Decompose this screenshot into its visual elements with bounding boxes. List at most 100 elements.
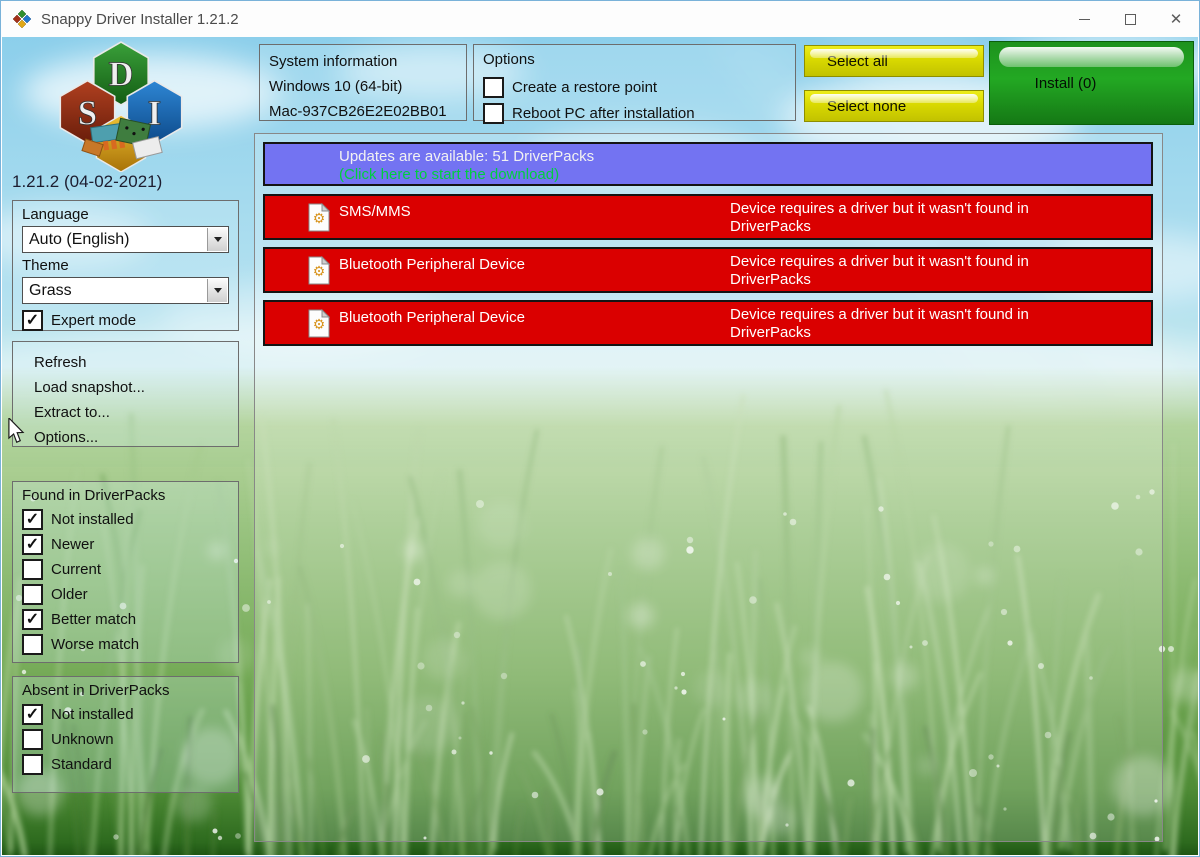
filter-better-match-checkbox[interactable]: ✓ Better match	[22, 607, 229, 632]
checkbox-icon	[22, 729, 43, 750]
install-button[interactable]: Install (0)	[989, 41, 1194, 125]
driver-name: Bluetooth Peripheral Device	[339, 256, 525, 273]
download-link[interactable]: (Click here to start the download)	[339, 166, 559, 183]
language-select[interactable]: Auto (English)	[22, 226, 229, 253]
install-label: Install (0)	[1034, 74, 1097, 92]
absent-in-driverpacks-panel: Absent in DriverPacks ✓ Not installed Un…	[12, 676, 239, 793]
expert-mode-checkbox[interactable]: ✓ Expert mode	[22, 308, 229, 333]
absent-panel-title: Absent in DriverPacks	[22, 682, 170, 699]
app-version: 1.21.2 (04-02-2021)	[12, 172, 163, 191]
checkbox-icon	[483, 76, 504, 98]
options-title: Options	[483, 51, 535, 68]
checkbox-icon: ✓	[22, 509, 43, 530]
filter-label: Standard	[51, 756, 112, 773]
absent-not-installed-checkbox[interactable]: ✓ Not installed	[22, 702, 229, 727]
menu-item-refresh[interactable]: Refresh	[22, 350, 229, 375]
minimize-button[interactable]	[1061, 1, 1107, 37]
button-gloss	[810, 94, 978, 103]
filter-label: Not installed	[51, 511, 134, 528]
menu-item-options[interactable]: Options...	[22, 425, 229, 450]
menu-item-load-snapshot[interactable]: Load snapshot...	[22, 375, 229, 400]
checkbox-icon: ✓	[22, 534, 43, 555]
theme-value: Grass	[29, 281, 72, 299]
select-all-button[interactable]: Select all	[804, 45, 984, 77]
filter-newer-checkbox[interactable]: ✓ Newer	[22, 532, 229, 557]
updates-available-text: Updates are available: 51 DriverPacks	[339, 148, 595, 165]
theme-label: Theme	[22, 257, 69, 274]
found-in-driverpacks-panel: Found in DriverPacks ✓ Not installed ✓ N…	[12, 481, 239, 663]
driver-file-icon: ⚙	[308, 309, 330, 338]
maximize-icon	[1124, 13, 1136, 25]
absent-standard-checkbox[interactable]: Standard	[22, 752, 229, 777]
restore-point-checkbox[interactable]: Create a restore point	[483, 74, 786, 100]
driver-list-panel: Updates are available: 51 DriverPacks (C…	[254, 133, 1163, 842]
restore-point-label: Create a restore point	[512, 78, 658, 96]
sdi-logo: D S I	[54, 40, 188, 173]
filter-current-checkbox[interactable]: Current	[22, 557, 229, 582]
filter-label: Unknown	[51, 731, 114, 748]
driver-status: Device requires a driver but it wasn't f…	[730, 306, 1029, 341]
checkbox-icon	[22, 754, 43, 775]
theme-select[interactable]: Grass	[22, 277, 229, 304]
button-gloss	[999, 47, 1184, 67]
driver-row[interactable]: ⚙ Bluetooth Peripheral Device Device req…	[263, 300, 1153, 346]
language-dropdown-button[interactable]	[207, 228, 227, 251]
checkbox-icon	[483, 102, 504, 124]
reboot-label: Reboot PC after installation	[512, 104, 695, 122]
reboot-checkbox[interactable]: Reboot PC after installation	[483, 100, 786, 126]
filter-label: Worse match	[51, 636, 140, 653]
app-icon	[12, 9, 32, 29]
svg-text:S: S	[78, 94, 97, 132]
filter-not-installed-checkbox[interactable]: ✓ Not installed	[22, 507, 229, 532]
menu-item-extract-to[interactable]: Extract to...	[22, 400, 229, 425]
filter-older-checkbox[interactable]: Older	[22, 582, 229, 607]
language-value: Auto (English)	[29, 230, 130, 248]
updates-banner[interactable]: Updates are available: 51 DriverPacks (C…	[263, 142, 1153, 186]
maximize-button[interactable]	[1107, 1, 1153, 37]
chevron-down-icon	[213, 237, 222, 242]
titlebar: Snappy Driver Installer 1.21.2 ✕	[1, 1, 1199, 37]
theme-dropdown-button[interactable]	[207, 279, 227, 302]
minimize-icon	[1078, 18, 1090, 20]
window-title: Snappy Driver Installer 1.21.2	[41, 10, 239, 28]
checkbox-icon	[22, 634, 43, 655]
select-none-button[interactable]: Select none	[804, 90, 984, 122]
expert-mode-label: Expert mode	[51, 312, 137, 329]
driver-file-icon: ⚙	[308, 203, 330, 232]
gear-icon: ⚙	[313, 263, 326, 279]
gear-icon: ⚙	[313, 210, 326, 226]
driver-status: Device requires a driver but it wasn't f…	[730, 253, 1029, 288]
gear-icon: ⚙	[313, 316, 326, 332]
driver-name: Bluetooth Peripheral Device	[339, 309, 525, 326]
button-gloss	[810, 49, 978, 58]
system-os: Windows 10 (64-bit)	[269, 78, 403, 95]
checkbox-icon: ✓	[22, 310, 43, 331]
driver-row[interactable]: ⚙ Bluetooth Peripheral Device Device req…	[263, 247, 1153, 293]
svg-text:D: D	[109, 56, 134, 94]
checkbox-icon: ✓	[22, 609, 43, 630]
checkbox-icon: ✓	[22, 704, 43, 725]
checkbox-icon	[22, 559, 43, 580]
language-theme-panel: Language Auto (English) Theme Grass ✓ Ex…	[12, 200, 239, 331]
driver-file-icon: ⚙	[308, 256, 330, 285]
app-client-area: D S I 1.21.2 (04-02-2021) Language Auto …	[2, 37, 1198, 855]
absent-unknown-checkbox[interactable]: Unknown	[22, 727, 229, 752]
filter-label: Better match	[51, 611, 137, 628]
driver-name: SMS/MMS	[339, 203, 411, 220]
found-panel-title: Found in DriverPacks	[22, 487, 166, 504]
driver-row[interactable]: ⚙ SMS/MMS Device requires a driver but i…	[263, 194, 1153, 240]
chevron-down-icon	[213, 288, 222, 293]
system-information-panel: System information Windows 10 (64-bit) M…	[259, 44, 467, 121]
actions-menu-panel: Refresh Load snapshot... Extract to... O…	[12, 341, 239, 447]
window-controls: ✕	[1061, 1, 1199, 37]
driver-status: Device requires a driver but it wasn't f…	[730, 200, 1029, 235]
close-button[interactable]: ✕	[1153, 1, 1199, 37]
system-info-title: System information	[269, 53, 398, 70]
filter-label: Newer	[51, 536, 95, 553]
options-panel: Options Create a restore point Reboot PC…	[473, 44, 796, 124]
app-window: Snappy Driver Installer 1.21.2 ✕ D S I 1…	[0, 0, 1200, 857]
filter-label: Older	[51, 586, 88, 603]
filter-label: Current	[51, 561, 102, 578]
close-icon: ✕	[1169, 11, 1183, 28]
filter-worse-match-checkbox[interactable]: Worse match	[22, 632, 229, 657]
